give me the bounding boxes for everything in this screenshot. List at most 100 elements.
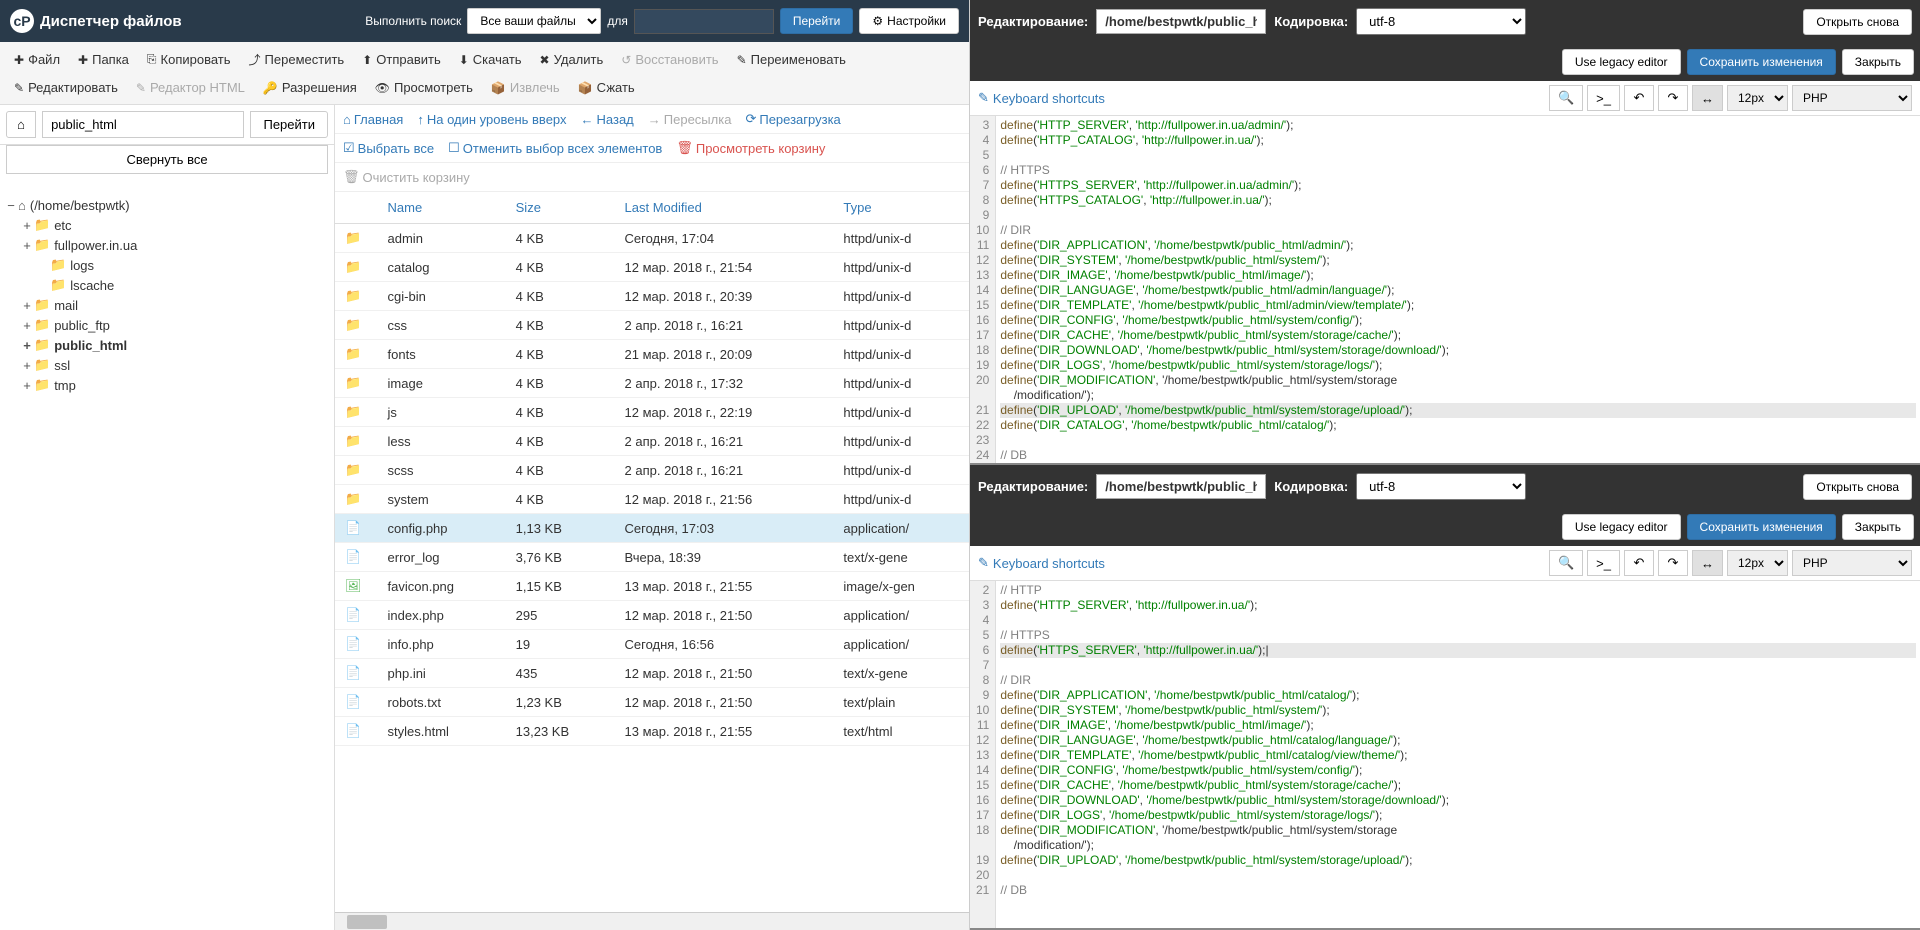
search-scope-select[interactable]: Все ваши файлы bbox=[467, 8, 601, 34]
undo-icon[interactable]: ↶ bbox=[1624, 85, 1654, 111]
file-row[interactable]: 📁cgi-bin4 KB12 мар. 2018 г., 20:39httpd/… bbox=[335, 282, 969, 311]
h-scrollbar[interactable] bbox=[335, 912, 969, 930]
close-button-1[interactable]: Закрыть bbox=[1842, 49, 1914, 75]
encoding-select-2[interactable]: utf-8 bbox=[1356, 473, 1526, 500]
tree-item-public_html[interactable]: +📁 public_html bbox=[4, 335, 330, 355]
nav-up[interactable]: ↑ На один уровень вверх bbox=[417, 111, 566, 127]
tool-edit[interactable]: ✎ Редактировать bbox=[6, 75, 126, 100]
close-button-2[interactable]: Закрыть bbox=[1842, 514, 1914, 540]
file-row[interactable]: 📄index.php29512 мар. 2018 г., 21:50appli… bbox=[335, 601, 969, 630]
save-button-1[interactable]: Сохранить изменения bbox=[1687, 49, 1836, 75]
file-row[interactable]: 📁image4 KB2 апр. 2018 г., 17:32httpd/uni… bbox=[335, 369, 969, 398]
tool-rename[interactable]: ✎ Переименовать bbox=[729, 46, 854, 73]
fontsize-select-1[interactable]: 12px bbox=[1727, 85, 1788, 111]
editor-path-1[interactable] bbox=[1096, 9, 1266, 34]
reopen-button-2[interactable]: Открыть снова bbox=[1803, 474, 1912, 500]
file-row[interactable]: 📄config.php1,13 KBСегодня, 17:03applicat… bbox=[335, 514, 969, 543]
col-name[interactable]: Name bbox=[378, 192, 506, 224]
tool-delete[interactable]: ✖ Удалить bbox=[532, 46, 612, 73]
legacy-editor-button-1[interactable]: Use legacy editor bbox=[1562, 49, 1681, 75]
tool-view[interactable]: 👁 Просмотреть bbox=[367, 75, 481, 100]
tree-toggle[interactable]: + bbox=[20, 338, 34, 353]
path-go-button[interactable]: Перейти bbox=[250, 111, 328, 138]
tree-item-tmp[interactable]: +📁 tmp bbox=[4, 375, 330, 395]
home-button[interactable]: ⌂ bbox=[6, 111, 36, 138]
tree-item-etc[interactable]: +📁 etc bbox=[4, 215, 330, 235]
tree-toggle[interactable]: + bbox=[20, 358, 34, 373]
terminal-icon[interactable]: >_ bbox=[1587, 85, 1620, 111]
file-row[interactable]: 📄error_log3,76 KBВчера, 18:39text/x-gene bbox=[335, 543, 969, 572]
encoding-select-1[interactable]: utf-8 bbox=[1356, 8, 1526, 35]
code-editor-1[interactable]: 345678910111213141516171819202122232425 … bbox=[970, 116, 1920, 463]
redo-icon[interactable]: ↷ bbox=[1658, 85, 1688, 111]
path-input[interactable] bbox=[42, 111, 244, 138]
folder-tree: −⌂ (/home/bestpwtk)+📁 etc+📁 fullpower.in… bbox=[0, 192, 335, 930]
col-modified[interactable]: Last Modified bbox=[615, 192, 834, 224]
tree-toggle[interactable]: + bbox=[20, 378, 34, 393]
tree-item-mail[interactable]: +📁 mail bbox=[4, 295, 330, 315]
lang-select-1[interactable]: PHP bbox=[1792, 85, 1912, 111]
tree-toggle[interactable]: + bbox=[20, 218, 34, 233]
folder-icon: 📁 bbox=[345, 491, 361, 506]
tree-toggle[interactable]: + bbox=[20, 318, 34, 333]
search-icon[interactable]: 🔍 bbox=[1549, 85, 1583, 111]
tree-toggle[interactable]: − bbox=[4, 198, 18, 213]
shortcuts-link-1[interactable]: ✎ Keyboard shortcuts bbox=[978, 90, 1105, 106]
tree-item-ssl[interactable]: +📁 ssl bbox=[4, 355, 330, 375]
redo-icon[interactable]: ↷ bbox=[1658, 550, 1688, 576]
tree-item-lscache[interactable]: 📁 lscache bbox=[4, 275, 330, 295]
search-icon[interactable]: 🔍 bbox=[1549, 550, 1583, 576]
select-all[interactable]: ☑ Выбрать все bbox=[343, 140, 434, 156]
collapse-all-button[interactable]: Свернуть все bbox=[6, 145, 328, 174]
tool-download[interactable]: ⬇ Скачать bbox=[451, 46, 530, 73]
fontsize-select-2[interactable]: 12px bbox=[1727, 550, 1788, 576]
shortcuts-link-2[interactable]: ✎ Keyboard shortcuts bbox=[978, 555, 1105, 571]
file-row[interactable]: 📁fonts4 KB21 мар. 2018 г., 20:09httpd/un… bbox=[335, 340, 969, 369]
tree-item-homebestpwtk[interactable]: −⌂ (/home/bestpwtk) bbox=[4, 196, 330, 215]
nav-back[interactable]: ← Назад bbox=[581, 111, 634, 127]
search-input[interactable] bbox=[634, 9, 774, 34]
file-row[interactable]: 🖼favicon.png1,15 KB13 мар. 2018 г., 21:5… bbox=[335, 572, 969, 601]
tree-item-logs[interactable]: 📁 logs bbox=[4, 255, 330, 275]
terminal-icon[interactable]: >_ bbox=[1587, 550, 1620, 576]
tool-perms[interactable]: 🔑 Разрешения bbox=[255, 75, 365, 100]
view-trash[interactable]: 🗑 Просмотреть корзину bbox=[676, 140, 825, 156]
wrap-icon[interactable]: ↔ bbox=[1692, 85, 1723, 111]
tool-copy[interactable]: ⎘ Копировать bbox=[139, 46, 239, 73]
search-go-button[interactable]: Перейти bbox=[780, 8, 854, 34]
file-row[interactable]: 📄styles.html13,23 KB13 мар. 2018 г., 21:… bbox=[335, 717, 969, 746]
tool-file[interactable]: ✚ Файл bbox=[6, 46, 68, 73]
tree-item-fullpowerinua[interactable]: +📁 fullpower.in.ua bbox=[4, 235, 330, 255]
file-row[interactable]: 📄php.ini43512 мар. 2018 г., 21:50text/x-… bbox=[335, 659, 969, 688]
file-row[interactable]: 📁catalog4 KB12 мар. 2018 г., 21:54httpd/… bbox=[335, 253, 969, 282]
lang-select-2[interactable]: PHP bbox=[1792, 550, 1912, 576]
legacy-editor-button-2[interactable]: Use legacy editor bbox=[1562, 514, 1681, 540]
editor-path-2[interactable] bbox=[1096, 474, 1266, 499]
file-row[interactable]: 📄info.php19Сегодня, 16:56application/ bbox=[335, 630, 969, 659]
file-row[interactable]: 📁scss4 KB2 апр. 2018 г., 16:21httpd/unix… bbox=[335, 456, 969, 485]
tree-item-public_ftp[interactable]: +📁 public_ftp bbox=[4, 315, 330, 335]
file-row[interactable]: 📁js4 KB12 мар. 2018 г., 22:19httpd/unix-… bbox=[335, 398, 969, 427]
reopen-button-1[interactable]: Открыть снова bbox=[1803, 9, 1912, 35]
code-editor-2[interactable]: 23456789101112131415161718192021 // HTTP… bbox=[970, 581, 1920, 928]
col-type[interactable]: Type bbox=[833, 192, 969, 224]
tree-toggle[interactable]: + bbox=[20, 238, 34, 253]
file-row[interactable]: 📁system4 KB12 мар. 2018 г., 21:56httpd/u… bbox=[335, 485, 969, 514]
deselect-all[interactable]: ☐ Отменить выбор всех элементов bbox=[448, 140, 662, 156]
file-row[interactable]: 📁less4 KB2 апр. 2018 г., 16:21httpd/unix… bbox=[335, 427, 969, 456]
save-button-2[interactable]: Сохранить изменения bbox=[1687, 514, 1836, 540]
wrap-icon[interactable]: ↔ bbox=[1692, 550, 1723, 576]
settings-button[interactable]: ⚙Настройки bbox=[859, 8, 959, 34]
file-row[interactable]: 📁css4 KB2 апр. 2018 г., 16:21httpd/unix-… bbox=[335, 311, 969, 340]
col-size[interactable]: Size bbox=[506, 192, 615, 224]
tool-move[interactable]: ⤴ Переместить bbox=[241, 46, 353, 73]
tree-toggle[interactable]: + bbox=[20, 298, 34, 313]
file-row[interactable]: 📁admin4 KBСегодня, 17:04httpd/unix-d bbox=[335, 224, 969, 253]
tool-send[interactable]: ⬆ Отправить bbox=[354, 46, 449, 73]
nav-reload[interactable]: ⟳ Перезагрузка bbox=[745, 111, 840, 127]
tool-compress[interactable]: 📦 Сжать bbox=[570, 75, 643, 100]
file-row[interactable]: 📄robots.txt1,23 KB12 мар. 2018 г., 21:50… bbox=[335, 688, 969, 717]
nav-home[interactable]: ⌂ Главная bbox=[343, 111, 403, 127]
tool-folder[interactable]: ✚ Папка bbox=[70, 46, 137, 73]
undo-icon[interactable]: ↶ bbox=[1624, 550, 1654, 576]
